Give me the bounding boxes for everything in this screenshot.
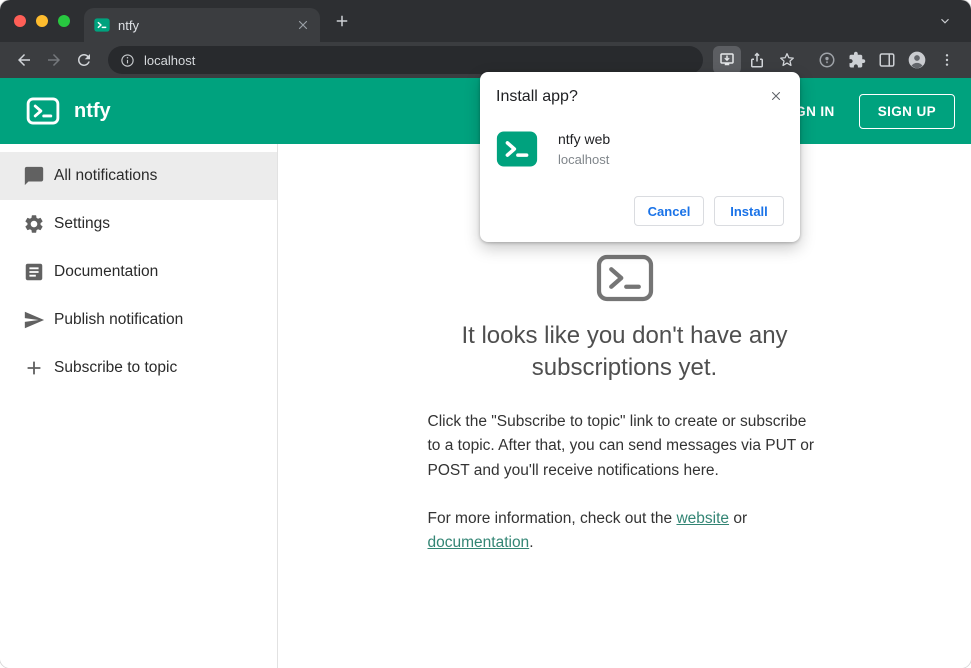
forward-icon[interactable] <box>40 46 68 74</box>
reload-icon[interactable] <box>70 46 98 74</box>
minimize-window-button[interactable] <box>36 15 48 27</box>
back-icon[interactable] <box>10 46 38 74</box>
new-tab-button[interactable] <box>328 7 356 35</box>
tab-strip: ntfy <box>0 0 971 42</box>
sidebar-item-documentation[interactable]: Documentation <box>0 248 277 296</box>
sidebar-item-all-notifications[interactable]: All notifications <box>0 152 277 200</box>
browser-menu-kebab-icon[interactable] <box>933 46 961 74</box>
dialog-close-icon[interactable] <box>765 85 787 107</box>
sidebar-item-subscribe-to-topic[interactable]: Subscribe to topic <box>0 344 277 392</box>
share-icon[interactable] <box>743 46 771 74</box>
chat-icon <box>22 164 46 188</box>
profile-avatar-icon[interactable] <box>903 46 931 74</box>
terminal-logo-icon <box>593 248 657 308</box>
sidebar: All notifications Settings Documentation… <box>0 144 278 668</box>
address-url: localhost <box>144 52 196 68</box>
website-link[interactable]: website <box>676 510 729 527</box>
password-manager-extension-icon[interactable] <box>813 46 841 74</box>
ntfy-app-icon <box>496 128 538 170</box>
sidebar-item-label: Publish notification <box>54 311 184 328</box>
more-info-suffix: . <box>529 534 534 551</box>
sidebar-item-label: Settings <box>54 215 111 232</box>
sidebar-item-settings[interactable]: Settings <box>0 200 277 248</box>
install-app-icon[interactable] <box>713 46 741 74</box>
window-controls <box>14 15 70 27</box>
empty-state-description: Click the "Subscribe to topic" link to c… <box>427 413 815 479</box>
browser-tab[interactable]: ntfy <box>84 8 320 42</box>
tab-search-chevron-icon[interactable] <box>933 9 957 33</box>
install-app-dialog: Install app? ntfy web localhost Cancel I… <box>480 72 800 242</box>
close-tab-icon[interactable] <box>296 18 310 32</box>
side-panel-icon[interactable] <box>873 46 901 74</box>
close-window-button[interactable] <box>14 15 26 27</box>
bookmark-star-icon[interactable] <box>773 46 801 74</box>
site-info-icon[interactable] <box>120 53 135 68</box>
more-info-prefix: For more information, check out the <box>427 509 677 527</box>
ntfy-favicon <box>94 17 110 33</box>
tab-title: ntfy <box>118 17 139 33</box>
gear-icon <box>22 212 46 236</box>
cancel-button[interactable]: Cancel <box>634 196 704 226</box>
dialog-title: Install app? <box>496 88 578 105</box>
sidebar-item-label: Documentation <box>54 263 159 280</box>
dialog-app-info: ntfy web localhost <box>496 128 784 170</box>
extensions-puzzle-icon[interactable] <box>843 46 871 74</box>
empty-state-heading: It looks like you don't have any subscri… <box>461 322 788 382</box>
sign-up-button[interactable]: SIGN UP <box>858 93 955 129</box>
address-bar[interactable]: localhost <box>108 46 703 74</box>
dialog-actions: Cancel Install <box>496 196 784 226</box>
sidebar-item-label: Subscribe to topic <box>54 359 178 376</box>
dialog-app-name: ntfy web <box>558 131 611 147</box>
browser-window: ntfy localhost ntfy SIGN IN SIGN UP All … <box>0 0 971 668</box>
plus-icon <box>22 356 46 380</box>
article-icon <box>22 260 46 284</box>
install-button[interactable]: Install <box>714 196 784 226</box>
more-info-text: For more information, check out the webs… <box>428 507 822 555</box>
zoom-window-button[interactable] <box>58 15 70 27</box>
sidebar-item-publish-notification[interactable]: Publish notification <box>0 296 277 344</box>
send-icon <box>22 308 46 332</box>
ntfy-logo <box>26 94 60 128</box>
more-info-or: or <box>729 509 748 527</box>
documentation-link[interactable]: documentation <box>428 534 530 551</box>
app-title: ntfy <box>74 99 111 122</box>
sidebar-item-label: All notifications <box>54 167 158 184</box>
dialog-app-origin: localhost <box>558 152 610 167</box>
